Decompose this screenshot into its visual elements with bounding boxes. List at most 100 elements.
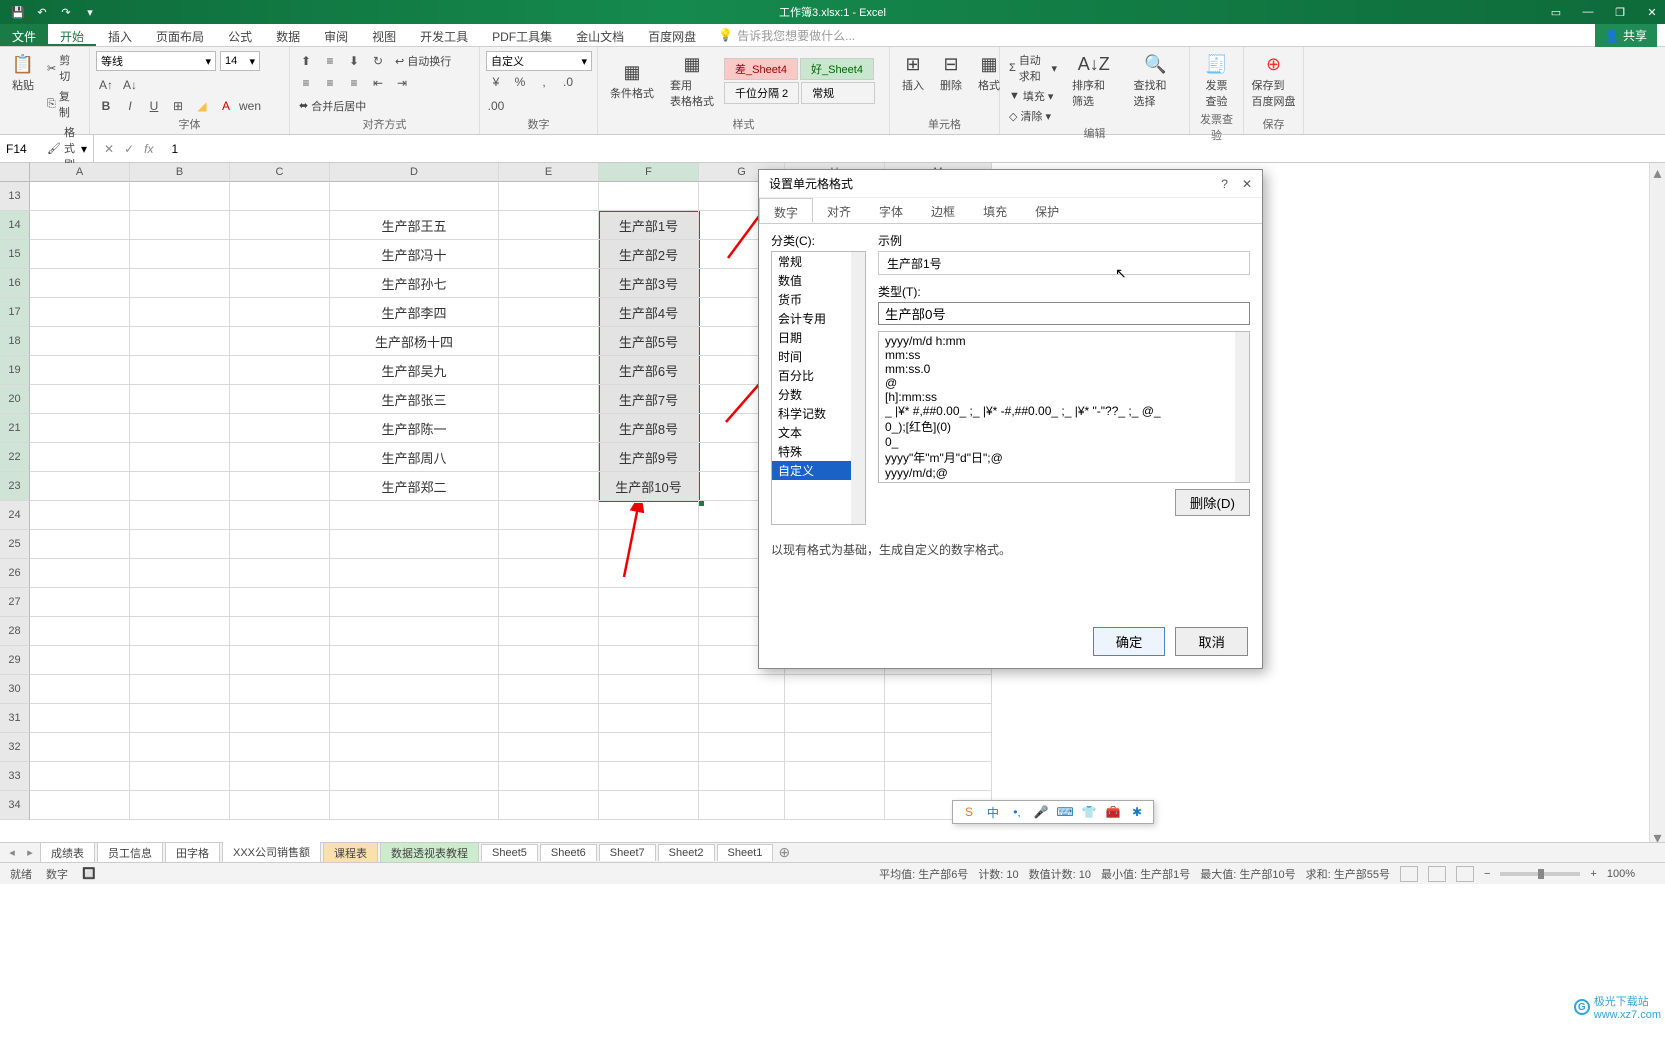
cell[interactable]: [499, 588, 599, 617]
cell[interactable]: [30, 646, 130, 675]
fill-color-icon[interactable]: ◢: [192, 96, 212, 116]
align-bottom-icon[interactable]: ⬇: [344, 51, 364, 71]
cell[interactable]: [30, 443, 130, 472]
dialog-tab-border[interactable]: 边框: [917, 198, 969, 223]
cell[interactable]: [130, 704, 230, 733]
cell[interactable]: [599, 675, 699, 704]
cell[interactable]: [785, 704, 885, 733]
type-input[interactable]: [878, 302, 1250, 325]
cell[interactable]: [230, 791, 330, 820]
row-header[interactable]: 17: [0, 298, 30, 327]
tab-view[interactable]: 视图: [360, 24, 408, 46]
cell[interactable]: 生产部3号: [599, 269, 699, 298]
fill-button[interactable]: ▼ 填充 ▾: [1006, 87, 1060, 105]
dialog-tab-align[interactable]: 对齐: [813, 198, 865, 223]
cell[interactable]: [30, 501, 130, 530]
cell[interactable]: [130, 559, 230, 588]
sort-filter-button[interactable]: A↓Z排序和筛选: [1066, 51, 1121, 125]
cell[interactable]: [230, 327, 330, 356]
align-left-icon[interactable]: ≡: [296, 73, 316, 93]
align-middle-icon[interactable]: ≡: [320, 51, 340, 71]
sheet-tab-active[interactable]: XXX公司销售额: [222, 841, 321, 864]
sheet-tab[interactable]: Sheet2: [658, 844, 715, 861]
cell[interactable]: [130, 762, 230, 791]
zoom-slider[interactable]: [1500, 872, 1580, 876]
row-header[interactable]: 25: [0, 530, 30, 559]
cell[interactable]: [130, 501, 230, 530]
cell[interactable]: [599, 617, 699, 646]
sheet-tab[interactable]: Sheet1: [717, 844, 774, 861]
italic-icon[interactable]: I: [120, 96, 140, 116]
page-layout-view-icon[interactable]: [1428, 866, 1446, 882]
new-sheet-icon[interactable]: ⊕: [775, 844, 793, 861]
merge-center-button[interactable]: ⬌ 合并后居中: [296, 97, 369, 115]
cell[interactable]: [230, 675, 330, 704]
cell[interactable]: [599, 501, 699, 530]
cell[interactable]: [499, 559, 599, 588]
cell[interactable]: [230, 762, 330, 791]
share-button[interactable]: 👤 共享: [1595, 24, 1657, 47]
column-header[interactable]: C: [230, 163, 330, 182]
cell[interactable]: 生产部孙七: [330, 269, 499, 298]
cell[interactable]: [30, 182, 130, 211]
cell[interactable]: [330, 704, 499, 733]
tab-review[interactable]: 审阅: [312, 24, 360, 46]
cell[interactable]: [330, 675, 499, 704]
cell[interactable]: [130, 617, 230, 646]
cell[interactable]: [499, 704, 599, 733]
cell[interactable]: [499, 211, 599, 240]
cell[interactable]: [599, 588, 699, 617]
cell[interactable]: [599, 182, 699, 211]
select-all-corner[interactable]: [0, 163, 30, 182]
decrease-decimal-icon[interactable]: .00: [486, 96, 506, 116]
cell[interactable]: [30, 240, 130, 269]
cell[interactable]: 生产部郑二: [330, 472, 499, 501]
bold-icon[interactable]: B: [96, 96, 116, 116]
cell[interactable]: [499, 269, 599, 298]
row-header[interactable]: 33: [0, 762, 30, 791]
sheet-tab[interactable]: 数据透视表教程: [380, 842, 479, 863]
cell[interactable]: [330, 182, 499, 211]
type-item[interactable]: _ |¥* #,##0.00_ ;_ |¥* -#,##0.00_ ;_ |¥*…: [879, 404, 1249, 418]
indent-decrease-icon[interactable]: ⇤: [368, 73, 388, 93]
delete-type-button[interactable]: 删除(D): [1175, 489, 1250, 516]
row-header[interactable]: 21: [0, 414, 30, 443]
cell[interactable]: [230, 472, 330, 501]
cell[interactable]: [230, 646, 330, 675]
ime-logo-icon[interactable]: S: [961, 804, 977, 820]
table-format-button[interactable]: ▦套用 表格格式: [664, 51, 720, 111]
cell[interactable]: [130, 443, 230, 472]
row-header[interactable]: 31: [0, 704, 30, 733]
orientation-icon[interactable]: ↻: [368, 51, 388, 71]
decrease-font-icon[interactable]: A↓: [120, 75, 140, 95]
increase-font-icon[interactable]: A↑: [96, 75, 116, 95]
qat-more-icon[interactable]: ▾: [82, 4, 98, 20]
insert-cells-button[interactable]: ⊞插入: [896, 51, 930, 95]
cell[interactable]: [30, 356, 130, 385]
cell[interactable]: [30, 733, 130, 762]
cell[interactable]: [30, 559, 130, 588]
cell[interactable]: [230, 617, 330, 646]
cell[interactable]: [499, 646, 599, 675]
cancel-formula-icon[interactable]: ✕: [104, 142, 114, 156]
phonetic-icon[interactable]: wen: [240, 96, 260, 116]
type-item[interactable]: 0_: [879, 435, 1249, 449]
dialog-tab-fill[interactable]: 填充: [969, 198, 1021, 223]
cell[interactable]: [885, 762, 992, 791]
cell[interactable]: [699, 762, 785, 791]
cell[interactable]: [885, 675, 992, 704]
style-thousand-cell[interactable]: 千位分隔 2: [724, 82, 799, 104]
cell[interactable]: 生产部1号: [599, 211, 699, 240]
align-right-icon[interactable]: ≡: [344, 73, 364, 93]
type-item[interactable]: 0_);[红色](0): [879, 418, 1249, 435]
cell[interactable]: [499, 791, 599, 820]
type-item[interactable]: @: [879, 376, 1249, 390]
type-item[interactable]: mm:ss.0: [879, 362, 1249, 376]
tab-insert[interactable]: 插入: [96, 24, 144, 46]
tab-file[interactable]: 文件: [0, 24, 48, 46]
cell[interactable]: [230, 443, 330, 472]
cell[interactable]: [330, 733, 499, 762]
tab-jinshan[interactable]: 金山文档: [564, 24, 636, 46]
cell[interactable]: [599, 791, 699, 820]
cell[interactable]: [230, 559, 330, 588]
